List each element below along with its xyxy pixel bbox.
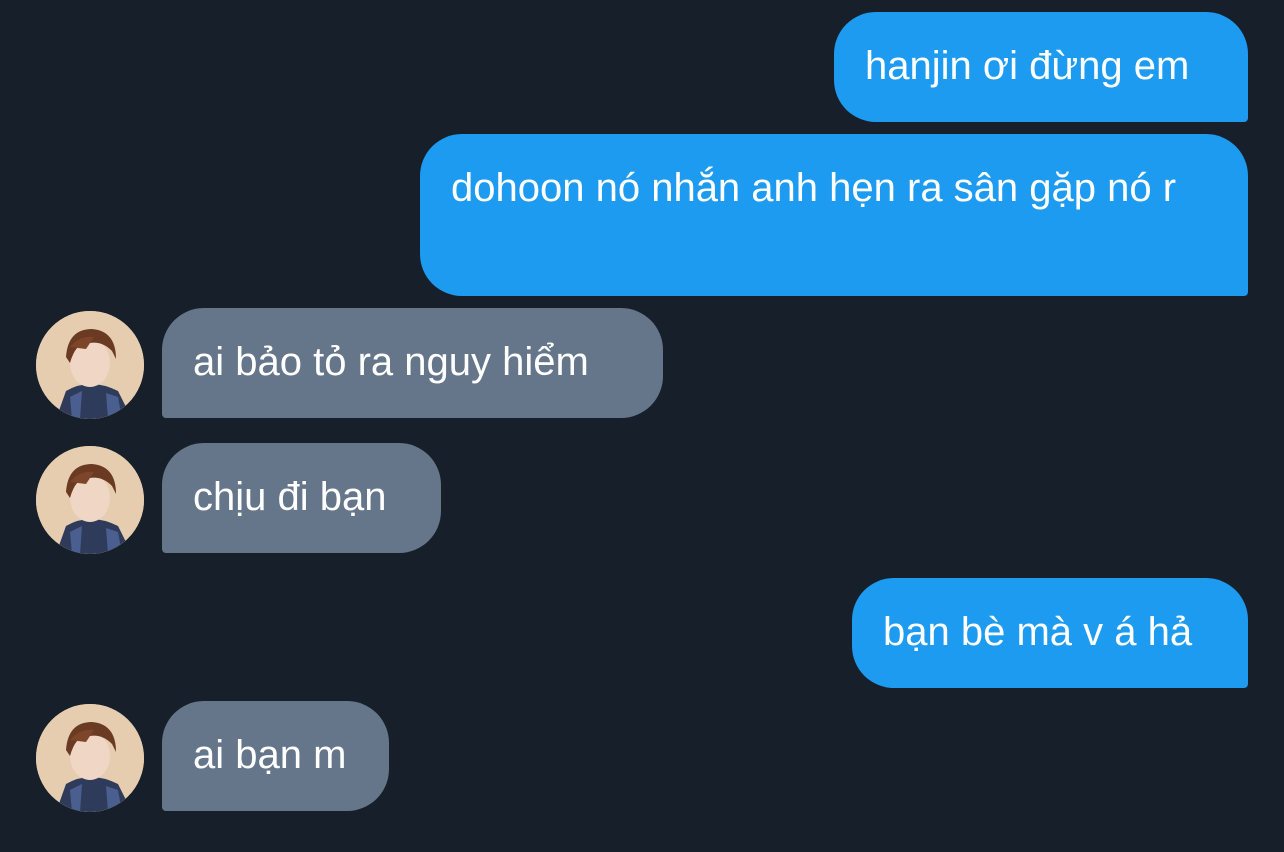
user-avatar[interactable] bbox=[36, 704, 144, 812]
message-bubble-incoming[interactable]: ai bạn m bbox=[162, 701, 389, 811]
user-avatar[interactable] bbox=[36, 311, 144, 419]
user-avatar-icon bbox=[36, 311, 144, 419]
message-bubble-outgoing[interactable]: dohoon nó nhắn anh hẹn ra sân gặp nó r bbox=[420, 134, 1248, 296]
message-bubble-incoming[interactable]: chịu đi bạn bbox=[162, 443, 441, 553]
message-bubble-incoming[interactable]: ai bảo tỏ ra nguy hiểm bbox=[162, 308, 663, 418]
message-bubble-outgoing[interactable]: hanjin ơi đừng em bbox=[834, 12, 1248, 122]
message-bubble-outgoing[interactable]: bạn bè mà v á hả bbox=[852, 578, 1248, 688]
user-avatar[interactable] bbox=[36, 446, 144, 554]
user-avatar-icon bbox=[36, 446, 144, 554]
user-avatar-icon bbox=[36, 704, 144, 812]
